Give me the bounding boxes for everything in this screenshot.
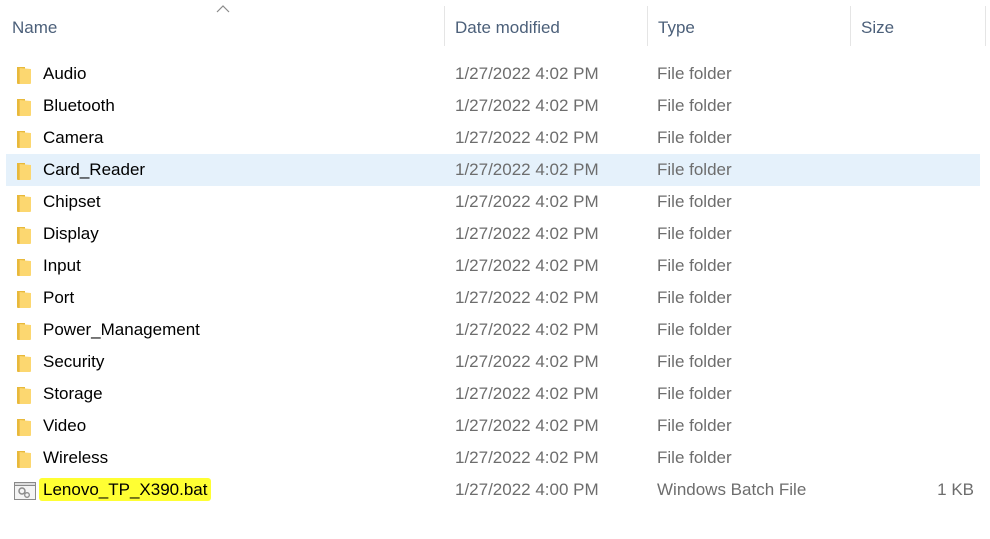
file-type: File folder <box>657 384 732 403</box>
highlighted-file-name: Lenovo_TP_X390.bat <box>39 478 212 501</box>
folder-icon <box>16 320 32 340</box>
date-modified: 1/27/2022 4:00 PM <box>455 480 599 499</box>
batch-file-icon <box>14 480 36 500</box>
column-header-date-modified[interactable]: Date modified <box>445 0 647 48</box>
date-modified: 1/27/2022 4:02 PM <box>455 224 599 243</box>
date-modified: 1/27/2022 4:02 PM <box>455 320 599 339</box>
folder-icon <box>16 448 32 468</box>
file-name-text: Port <box>43 288 75 307</box>
file-row[interactable]: Display 1/27/2022 4:02 PM File folder <box>0 218 980 250</box>
file-row[interactable]: Lenovo_TP_X390.bat 1/27/2022 4:00 PM Windo… <box>0 474 980 506</box>
file-type: File folder <box>657 64 732 83</box>
file-row[interactable]: Input 1/27/2022 4:02 PM File folder <box>0 250 980 282</box>
file-name-text: Power_Management <box>43 320 200 339</box>
file-name[interactable]: Input <box>43 250 81 282</box>
file-row[interactable]: Video 1/27/2022 4:02 PM File folder <box>0 410 980 442</box>
folder-icon <box>16 160 32 180</box>
date-modified: 1/27/2022 4:02 PM <box>455 64 599 83</box>
file-type: File folder <box>657 160 732 179</box>
file-name[interactable]: Lenovo_TP_X390.bat <box>39 474 212 506</box>
file-row[interactable]: Security 1/27/2022 4:02 PM File folder <box>0 346 980 378</box>
file-type: File folder <box>657 128 732 147</box>
file-row[interactable]: Port 1/27/2022 4:02 PM File folder <box>0 282 980 314</box>
column-header-bar: Name Date modified Type Size <box>0 0 990 50</box>
column-header-name[interactable]: Name <box>2 0 444 48</box>
file-row[interactable]: Power_Management 1/27/2022 4:02 PM File fo… <box>0 314 980 346</box>
file-size: 1 KB <box>937 480 974 499</box>
date-modified: 1/27/2022 4:02 PM <box>455 128 599 147</box>
folder-icon <box>16 192 32 212</box>
file-name[interactable]: Wireless <box>43 442 108 474</box>
folder-icon <box>16 352 32 372</box>
file-name[interactable]: Card_Reader <box>43 154 145 186</box>
file-type: File folder <box>657 320 732 339</box>
file-name[interactable]: Storage <box>43 378 103 410</box>
file-name-text: Chipset <box>43 192 101 211</box>
file-name-text: Wireless <box>43 448 109 467</box>
column-header-size[interactable]: Size <box>851 0 985 48</box>
file-type: Windows Batch File <box>657 480 807 499</box>
file-type: File folder <box>657 416 732 435</box>
folder-icon <box>16 64 32 84</box>
file-name-text: Camera <box>43 128 104 147</box>
folder-icon <box>16 288 32 308</box>
file-row[interactable]: Bluetooth 1/27/2022 4:02 PM File folder <box>0 90 980 122</box>
file-type: File folder <box>657 192 732 211</box>
date-modified: 1/27/2022 4:02 PM <box>455 352 599 371</box>
date-modified: 1/27/2022 4:02 PM <box>455 416 599 435</box>
file-name-text: Display <box>43 224 99 243</box>
folder-icon <box>16 256 32 276</box>
date-modified: 1/27/2022 4:02 PM <box>455 96 599 115</box>
file-name[interactable]: Video <box>43 410 86 442</box>
file-name[interactable]: Port <box>43 282 74 314</box>
date-modified: 1/27/2022 4:02 PM <box>455 192 599 211</box>
date-modified: 1/27/2022 4:02 PM <box>455 256 599 275</box>
file-name-text: Bluetooth <box>43 96 115 115</box>
file-list: Audio 1/27/2022 4:02 PM File folder Blueto… <box>0 58 990 506</box>
file-name[interactable]: Display <box>43 218 99 250</box>
file-name[interactable]: Power_Management <box>43 314 200 346</box>
file-name[interactable]: Camera <box>43 122 103 154</box>
file-row[interactable]: Wireless 1/27/2022 4:02 PM File folder <box>0 442 980 474</box>
date-modified: 1/27/2022 4:02 PM <box>455 448 599 467</box>
date-modified: 1/27/2022 4:02 PM <box>455 160 599 179</box>
file-type: File folder <box>657 96 732 115</box>
file-name[interactable]: Chipset <box>43 186 101 218</box>
file-type: File folder <box>657 288 732 307</box>
file-type: File folder <box>657 448 732 467</box>
file-name-text: Card_Reader <box>43 160 146 179</box>
folder-icon <box>16 384 32 404</box>
file-row[interactable]: Audio 1/27/2022 4:02 PM File folder <box>0 58 980 90</box>
folder-icon <box>16 128 32 148</box>
file-name[interactable]: Bluetooth <box>43 90 115 122</box>
folder-icon <box>16 416 32 436</box>
file-name[interactable]: Audio <box>43 58 86 90</box>
file-name-text: Video <box>43 416 87 435</box>
folder-icon <box>16 96 32 116</box>
file-row[interactable]: Card_Reader 1/27/2022 4:02 PM File folder <box>6 154 980 186</box>
file-name-text: Audio <box>43 64 87 83</box>
file-name[interactable]: Security <box>43 346 104 378</box>
file-row[interactable]: Chipset 1/27/2022 4:02 PM File folder <box>0 186 980 218</box>
folder-icon <box>16 224 32 244</box>
file-type: File folder <box>657 256 732 275</box>
file-type: File folder <box>657 352 732 371</box>
file-name-text: Input <box>43 256 81 275</box>
file-row[interactable]: Camera 1/27/2022 4:02 PM File folder <box>0 122 980 154</box>
date-modified: 1/27/2022 4:02 PM <box>455 384 599 403</box>
column-header-type[interactable]: Type <box>648 0 850 48</box>
file-row[interactable]: Storage 1/27/2022 4:02 PM File folder <box>0 378 980 410</box>
column-divider[interactable] <box>985 6 986 46</box>
file-name-text: Storage <box>43 384 103 403</box>
file-type: File folder <box>657 224 732 243</box>
date-modified: 1/27/2022 4:02 PM <box>455 288 599 307</box>
file-name-text: Security <box>43 352 105 371</box>
